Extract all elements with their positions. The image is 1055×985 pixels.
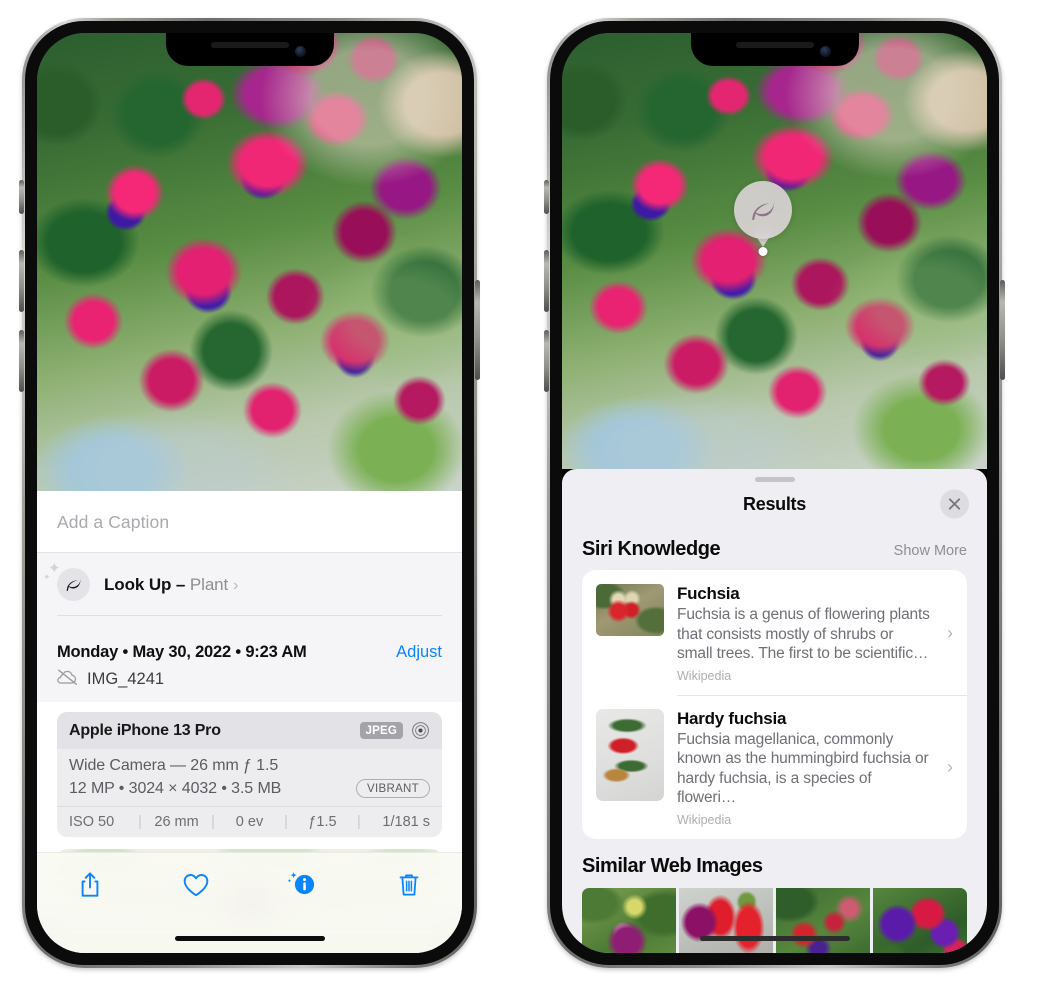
photo-filename: IMG_4241 [87,670,165,688]
info-button[interactable] [277,867,329,903]
right-phone-device: Results Siri Knowledge Show More Fuchsia… [544,18,1005,968]
camera-info-card[interactable]: Apple iPhone 13 Pro JPEG Wide Camera — 2… [57,712,442,837]
earpiece-speaker [210,42,289,48]
chevron-right-icon: › [233,576,239,594]
screenshot-root: Add a Caption ✦ ✦ Look Up – Plant › Mond… [0,0,1055,985]
results-header: Results [562,482,987,526]
delete-button[interactable] [383,867,435,903]
look-up-row[interactable]: ✦ ✦ Look Up – Plant › [43,561,442,601]
close-button[interactable] [940,489,969,519]
section-title: Similar Web Images [582,854,763,877]
web-image-tile[interactable] [776,887,870,953]
knowledge-description: Fuchsia magellanica, commonly known as t… [677,730,929,807]
lens-info: Wide Camera — 26 mm ƒ 1.5 [69,757,279,774]
similar-web-images-header: Similar Web Images [562,839,987,886]
section-title: Siri Knowledge [582,538,721,560]
knowledge-title: Fuchsia [677,584,740,603]
web-image-tile[interactable] [582,887,676,953]
visual-lookup-marker[interactable] [734,181,792,256]
leaf-icon: ✦ ✦ [43,561,90,601]
aperture-icon [411,721,430,740]
format-badge: JPEG [359,722,403,739]
favorite-button[interactable] [170,867,222,903]
sparkle-small-icon: ✦ [43,572,51,582]
marker-dot [758,247,768,256]
divider [57,615,442,616]
results-title: Results [743,493,806,514]
photo-viewer[interactable] [37,33,462,491]
caption-input[interactable]: Add a Caption [37,491,462,552]
photo-highlights [37,33,462,491]
exif-row: ISO 50 | 26 mm | 0 ev | ƒ1.5 | 1/181 s [57,806,442,837]
home-indicator[interactable] [174,936,325,941]
knowledge-title: Hardy fuchsia [677,708,787,728]
left-phone-device: Add a Caption ✦ ✦ Look Up – Plant › Mond… [19,18,480,968]
chevron-right-icon: › [947,622,953,643]
siri-knowledge-card: Fuchsia Fuchsia is a genus of flowering … [582,570,967,839]
camera-card-header: Apple iPhone 13 Pro JPEG [57,712,442,749]
volume-down-button[interactable] [19,330,24,392]
camera-device-name: Apple iPhone 13 Pro [69,721,221,739]
notch [690,33,859,66]
photo-metadata-section: Monday • May 30, 2022 • 9:23 AM Adjust I… [37,630,462,702]
photo-highlights [562,33,987,469]
photo-info-sheet: Add a Caption ✦ ✦ Look Up – Plant › Mond… [37,491,462,953]
notch [165,33,334,66]
power-button[interactable] [475,280,480,380]
adjust-button[interactable]: Adjust [396,643,442,662]
mute-switch[interactable] [544,180,549,214]
earpiece-speaker [735,42,814,48]
mute-switch[interactable] [19,180,24,214]
volume-up-button[interactable] [544,250,549,312]
knowledge-source: Wikipedia [677,812,732,827]
exif-aperture: ƒ1.5 [308,814,337,830]
knowledge-source: Wikipedia [677,668,732,683]
show-more-button[interactable]: Show More [894,543,967,559]
knowledge-thumbnail [596,584,664,636]
right-phone-screen: Results Siri Knowledge Show More Fuchsia… [562,33,987,953]
cloud-slash-icon [57,669,78,690]
look-up-label: Look Up – Plant › [104,575,238,595]
front-camera [294,46,306,57]
exif-focal-length: 26 mm [154,814,199,830]
left-phone-screen: Add a Caption ✦ ✦ Look Up – Plant › Mond… [37,33,462,953]
photo-viewer[interactable] [562,33,987,469]
volume-up-button[interactable] [19,250,24,312]
file-info: 12 MP • 3024 × 4032 • 3.5 MB [69,779,282,797]
volume-down-button[interactable] [544,330,549,392]
exif-shutter-speed: 1/181 s [382,814,430,830]
photographic-style-badge: VIBRANT [356,779,430,798]
front-camera [819,46,831,57]
left-phone-bezel: Add a Caption ✦ ✦ Look Up – Plant › Mond… [25,21,474,965]
look-up-section: ✦ ✦ Look Up – Plant › [37,553,462,630]
web-image-tile[interactable] [679,887,773,953]
camera-card-body: Wide Camera — 26 mm ƒ 1.5 12 MP • 3024 ×… [57,749,442,806]
results-sheet: Results Siri Knowledge Show More Fuchsia… [562,469,987,953]
photo-datetime: Monday • May 30, 2022 • 9:23 AM [57,643,307,661]
leaf-icon [734,181,792,239]
power-button[interactable] [1000,280,1005,380]
home-indicator[interactable] [699,936,850,941]
siri-knowledge-header: Siri Knowledge Show More [562,526,987,570]
knowledge-thumbnail [596,708,664,801]
web-image-tile[interactable] [873,887,967,953]
exif-exposure-value: 0 ev [235,814,264,830]
list-item[interactable]: Hardy fuchsia Fuchsia magellanica, commo… [582,694,967,839]
exif-iso: ISO 50 [69,814,115,830]
look-up-title: Look Up – [104,574,190,594]
similar-web-images-strip[interactable] [562,887,987,953]
right-phone-bezel: Results Siri Knowledge Show More Fuchsia… [550,21,999,965]
look-up-subject: Plant [189,574,229,594]
knowledge-description: Fuchsia is a genus of flowering plants t… [677,606,930,663]
chevron-right-icon: › [947,757,953,778]
share-button[interactable] [64,867,116,903]
list-item[interactable]: Fuchsia Fuchsia is a genus of flowering … [582,570,967,695]
